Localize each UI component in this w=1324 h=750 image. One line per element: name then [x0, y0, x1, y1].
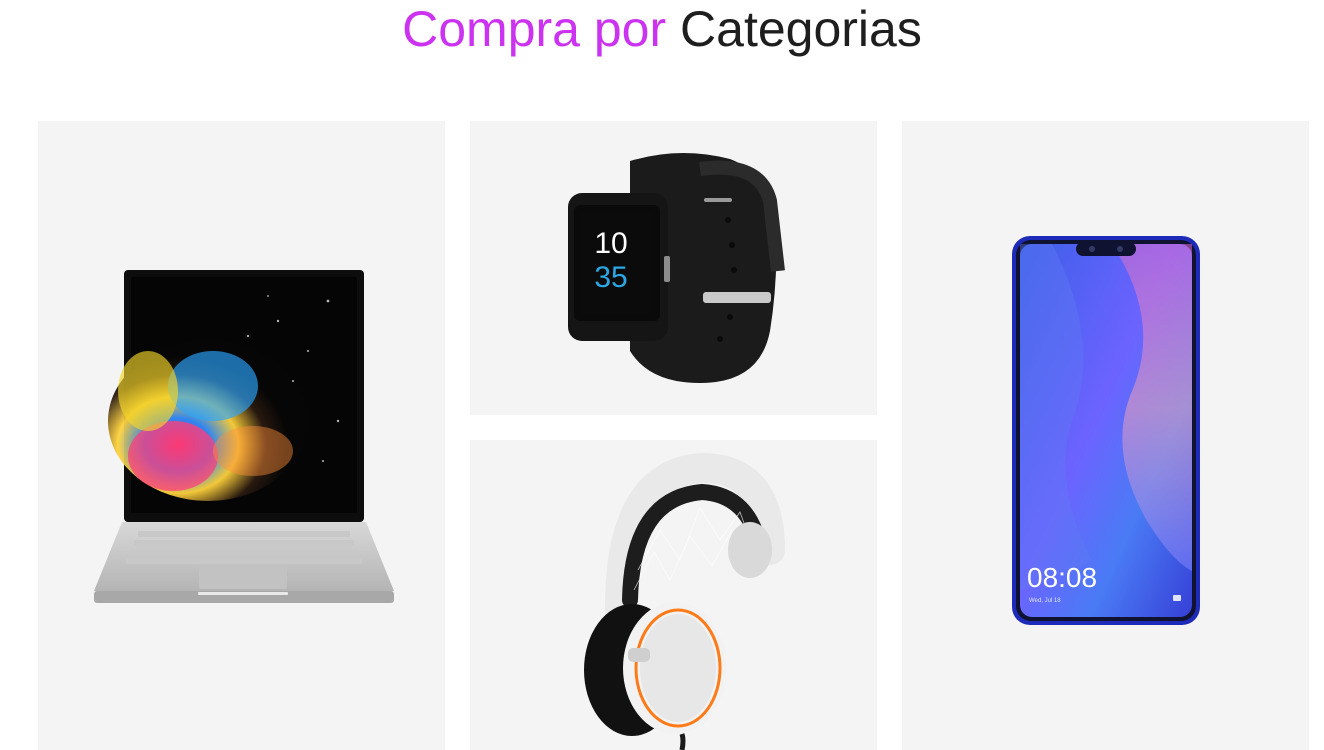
category-card-smartwatches[interactable]: 10 35 [470, 121, 877, 415]
category-card-headphones[interactable] [470, 440, 877, 750]
category-card-laptops[interactable] [38, 121, 445, 750]
smartphone-icon: 08:08 Wed, Jul 18 [1012, 236, 1200, 625]
page-title-rest: Categorias [680, 1, 922, 57]
smartwatch-icon: 10 35 [568, 152, 785, 383]
watch-minutes-text: 35 [594, 261, 627, 294]
category-card-smartphones[interactable]: 08:08 Wed, Jul 18 [902, 121, 1309, 750]
laptop-icon [94, 270, 394, 603]
watch-hours-text: 10 [594, 227, 627, 260]
headphones-icon [584, 452, 785, 750]
phone-date-text: Wed, Jul 18 [1029, 598, 1061, 604]
page-title: Compra por Categorias [0, 0, 1324, 60]
phone-time-text: 08:08 [1027, 562, 1097, 593]
page-title-accent: Compra por [402, 1, 667, 57]
camera-icon [1173, 595, 1181, 601]
